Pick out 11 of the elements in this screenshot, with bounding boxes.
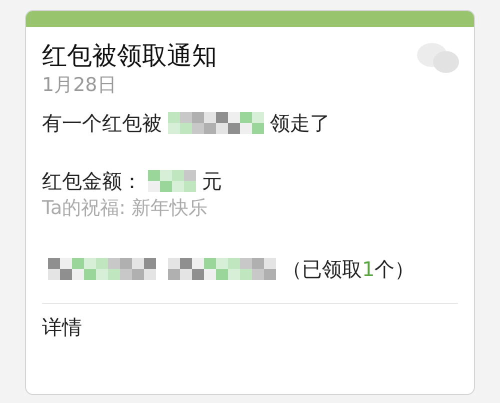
notification-date: 1月28日	[42, 73, 116, 97]
pixelated-amount	[148, 170, 196, 192]
claimed-count-text: （已领取1个）	[282, 256, 415, 283]
notification-title: 红包被领取通知	[42, 40, 217, 72]
details-link[interactable]: 详情	[42, 315, 82, 339]
amount-unit: 元	[202, 168, 222, 195]
taken-text-end: 领走了	[270, 110, 330, 137]
blessing-text: Ta的祝福: 新年快乐	[42, 196, 208, 221]
taken-text: 有一个红包被	[42, 110, 162, 137]
chat-bubbles-icon	[416, 41, 460, 75]
amount-label: 红包金额：	[42, 168, 142, 195]
